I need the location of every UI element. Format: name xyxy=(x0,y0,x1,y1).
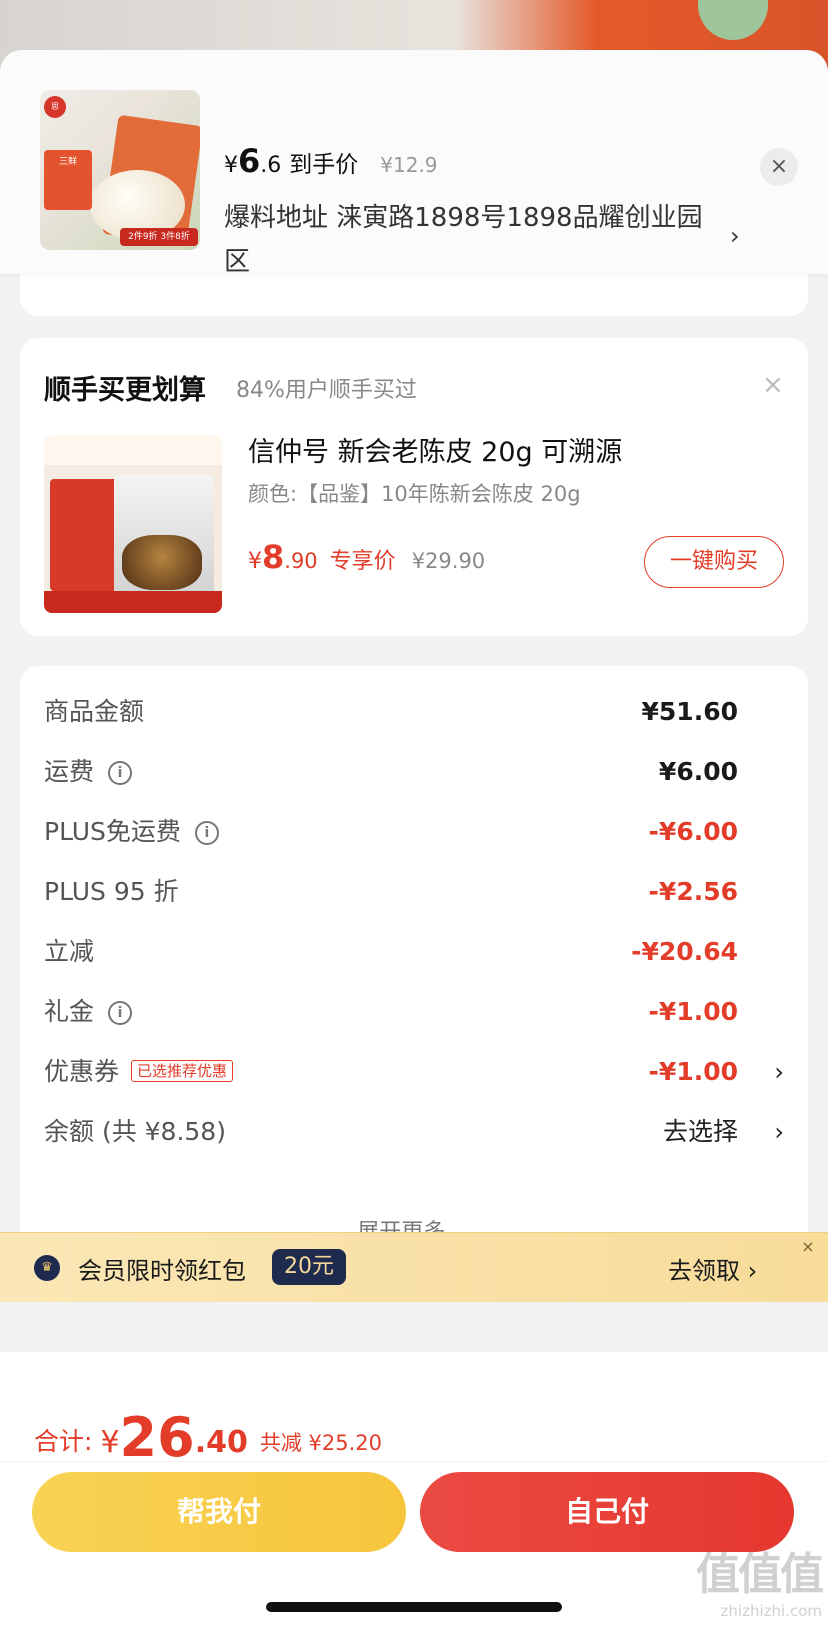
total-currency: ¥ xyxy=(100,1425,120,1460)
watermark-site: zhizhizhi.com xyxy=(720,1602,822,1620)
help-me-pay-button[interactable]: 帮我付 xyxy=(32,1472,406,1552)
one-click-buy-button[interactable]: 一键购买 xyxy=(644,536,784,588)
banner-text: 会员限时领红包 xyxy=(78,1257,246,1285)
row-value[interactable]: 去选择 xyxy=(663,1112,738,1152)
price-currency: ¥ xyxy=(248,549,262,574)
thumbnail-header-art xyxy=(44,435,222,465)
thumbnail-promo-strip: 2件9折 3件8折 xyxy=(120,228,198,246)
price-decimal: .90 xyxy=(284,549,318,573)
row-label: 优惠券 xyxy=(44,1057,120,1086)
total-amount: 合计: ¥26.40 共减 ¥25.20 xyxy=(34,1406,382,1469)
checkout-bottom-bar: 合计: ¥26.40 共减 ¥25.20 帮我付 自己付 值值值 zhizhizhi… xyxy=(0,1352,828,1628)
info-icon[interactable]: i xyxy=(108,761,133,785)
row-label-wrap: 优惠券 已选推荐优惠 xyxy=(44,1052,234,1092)
info-icon[interactable]: i xyxy=(194,821,219,845)
crown-icon: ♛ xyxy=(34,1255,60,1281)
row-label-wrap: 运费 i xyxy=(44,752,133,792)
recommend-product-variant: 颜色:【品鉴】10年陈新会陈皮 20g xyxy=(248,482,581,506)
row-label-wrap: PLUS免运费 i xyxy=(44,812,219,852)
recommend-product-name[interactable]: 信仲号 新会老陈皮 20g 可溯源 xyxy=(248,430,622,469)
row-value: ¥51.60 xyxy=(641,697,738,726)
total-label: 合计: xyxy=(34,1427,93,1456)
recommend-subtitle: 84%用户顺手买过 xyxy=(236,378,417,403)
product-thumbnail[interactable]: 思 三鲜 2件9折 3件8折 xyxy=(40,90,200,250)
thumbnail-promo-strip xyxy=(44,591,222,613)
recommend-card: 顺手买更划算 84%用户顺手买过 × 信仲号 新会老陈皮 20g 可溯源 颜色:… xyxy=(20,338,808,636)
divider xyxy=(0,1461,828,1462)
coupon-badge: 已选推荐优惠 xyxy=(131,1060,234,1082)
chevron-right-icon[interactable]: › xyxy=(730,222,740,250)
price-integer: 8 xyxy=(262,538,285,576)
recommend-product-thumbnail[interactable] xyxy=(44,435,222,613)
row-value: -¥20.64 xyxy=(631,937,738,966)
info-icon[interactable]: i xyxy=(108,1001,133,1025)
original-price: ¥12.9 xyxy=(380,153,438,177)
price-label: 到手价 xyxy=(289,152,359,178)
close-icon[interactable]: × xyxy=(794,1233,822,1261)
row-value: -¥1.00 xyxy=(648,997,738,1026)
row-label: 立减 xyxy=(44,937,95,966)
thumbnail-panel-art xyxy=(50,479,118,591)
banner-amount-badge: 20元 xyxy=(272,1249,346,1285)
watermark: 值值值 zhizhizhi.com xyxy=(696,1538,824,1620)
total-saved: 共减 ¥25.20 xyxy=(259,1431,382,1455)
row-value: -¥1.00 xyxy=(648,1057,738,1086)
close-icon[interactable]: × xyxy=(760,148,798,186)
price-decimal: .6 xyxy=(260,153,282,178)
home-indicator[interactable] xyxy=(266,1602,562,1612)
price-integer: 6 xyxy=(238,142,261,180)
thumbnail-peel-art xyxy=(122,535,202,590)
deal-address[interactable]: 爆料地址 涞寅路1898号1898品耀创业园区 xyxy=(224,196,714,284)
product-header: 思 三鲜 2件9折 3件8折 ¥6.6 到手价 ¥12.9 爆料地址 涞寅路1898… xyxy=(0,50,828,277)
row-label: 商品金额 xyxy=(44,697,145,726)
summary-row-plus-free-shipping: PLUS免运费 i -¥6.00 xyxy=(44,812,784,852)
chevron-right-icon[interactable]: › xyxy=(774,1052,784,1092)
row-value: ¥6.00 xyxy=(658,757,738,786)
row-label-wrap: 礼金 i xyxy=(44,992,133,1032)
claim-link[interactable]: 去领取 › xyxy=(668,1251,757,1286)
chevron-right-icon[interactable]: › xyxy=(774,1112,784,1152)
row-label: 礼金 xyxy=(44,997,95,1026)
total-integer: 26 xyxy=(119,1406,195,1469)
summary-row-balance[interactable]: 余额 (共 ¥8.58) 去选择 › xyxy=(44,1112,784,1152)
summary-row-coupon[interactable]: 优惠券 已选推荐优惠 -¥1.00 › xyxy=(44,1052,784,1092)
total-decimal: .40 xyxy=(194,1425,248,1460)
row-label: PLUS免运费 xyxy=(44,817,181,846)
recommend-price: ¥8.90 专享价 ¥29.90 xyxy=(248,538,485,576)
row-label: PLUS 95 折 xyxy=(44,877,179,906)
header-price: ¥6.6 到手价 ¥12.9 xyxy=(224,142,438,180)
brand-logo-icon: 思 xyxy=(44,96,66,118)
summary-row-shipping: 运费 i ¥6.00 xyxy=(44,752,784,792)
thumbnail-tag-art: 三鲜 xyxy=(44,150,92,210)
summary-row-goods: 商品金额 ¥51.60 xyxy=(44,692,784,732)
row-label: 余额 (共 ¥8.58) xyxy=(44,1117,226,1146)
original-price: ¥29.90 xyxy=(411,549,486,573)
order-summary-card: 商品金额 ¥51.60 运费 i ¥6.00 PLUS免运费 i -¥6.00 PL… xyxy=(20,666,808,1252)
background-decoration xyxy=(698,0,768,40)
price-currency: ¥ xyxy=(224,153,238,178)
row-value: -¥2.56 xyxy=(648,877,738,906)
watermark-logo: 值值值 xyxy=(696,1549,824,1600)
row-value: -¥6.00 xyxy=(648,817,738,846)
price-label: 专享价 xyxy=(329,549,396,574)
summary-row-instant-discount: 立减 -¥20.64 xyxy=(44,932,784,972)
recommend-title: 顺手买更划算 xyxy=(44,375,206,406)
member-red-packet-banner[interactable]: ♛ 会员限时领红包 20元 去领取 › × xyxy=(0,1232,828,1302)
summary-row-plus-discount: PLUS 95 折 -¥2.56 xyxy=(44,872,784,912)
row-label: 运费 xyxy=(44,757,95,786)
summary-row-gift-credit: 礼金 i -¥1.00 xyxy=(44,992,784,1032)
close-icon[interactable]: × xyxy=(762,370,784,400)
